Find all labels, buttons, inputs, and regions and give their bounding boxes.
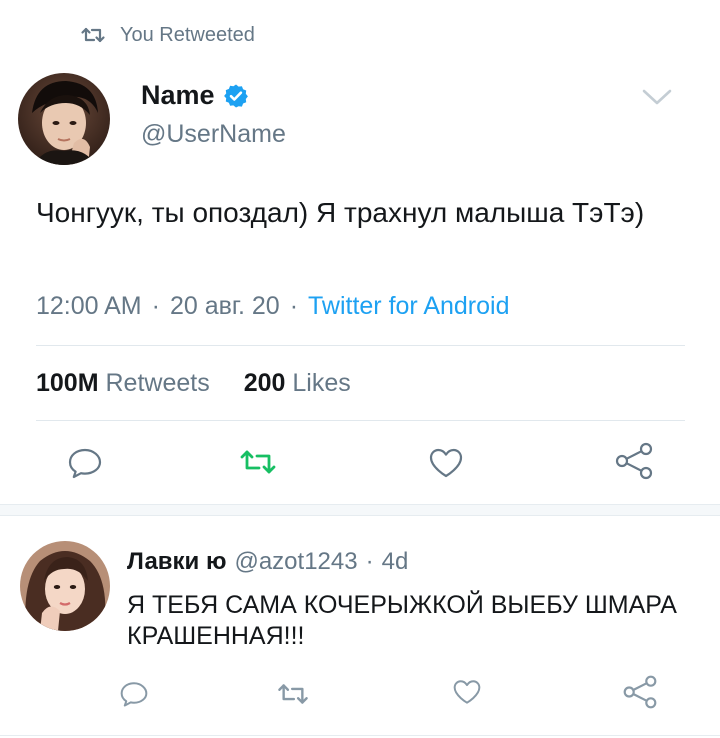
divider	[0, 735, 720, 736]
author-name-row: Name	[141, 80, 249, 111]
retweets-count: 100M	[36, 369, 99, 397]
heart-icon[interactable]	[427, 446, 465, 480]
retweet-banner-text: You Retweeted	[120, 23, 255, 46]
verified-badge-icon	[223, 84, 248, 107]
heart-icon[interactable]	[451, 678, 483, 706]
tweet-client-link[interactable]: Twitter for Android	[308, 292, 509, 320]
likes-label: Likes	[292, 369, 351, 397]
likes-stat[interactable]: 200 Likes	[244, 369, 351, 397]
author-avatar[interactable]	[18, 73, 110, 165]
meta-separator: ·	[151, 292, 160, 320]
retweet-banner: You Retweeted	[80, 22, 255, 48]
author-username[interactable]: @UserName	[141, 120, 286, 149]
share-icon[interactable]	[614, 441, 654, 481]
tweet-text: Чонгуук, ты опоздал) Я трахнул малыша Тэ…	[36, 197, 645, 228]
retweet-icon	[81, 27, 105, 43]
reply-text: Я ТЕБЯ САМА КОЧЕРЫЖКОЙ ВЫЕБУ ШМАРА КРАШЕ…	[127, 591, 677, 650]
reply-separator: ·	[365, 548, 374, 575]
retweet-button-icon[interactable]	[238, 446, 278, 478]
section-divider	[0, 504, 720, 516]
reply-author-username[interactable]: @azot1243	[234, 548, 357, 575]
reply-author-name[interactable]: Лавки ю	[127, 548, 226, 575]
reply-icon[interactable]	[118, 680, 150, 708]
reply-age: 4d	[381, 548, 409, 575]
author-name[interactable]: Name	[141, 80, 215, 111]
divider	[36, 345, 685, 346]
divider	[36, 420, 685, 421]
reply-header: Лавки ю @azot1243 · 4d	[127, 548, 408, 576]
reply-author-avatar[interactable]	[20, 541, 110, 631]
tweet-time: 12:00 AM	[36, 292, 142, 320]
tweet-date: 20 авг. 20	[169, 292, 280, 320]
reply-icon[interactable]	[66, 446, 104, 480]
meta-separator: ·	[289, 292, 299, 320]
tweet-meta: 12:00 AM · 20 авг. 20 · Twitter for Android	[36, 292, 510, 321]
likes-count: 200	[243, 369, 286, 397]
retweets-label: Retweets	[105, 369, 210, 397]
retweet-button-icon[interactable]	[276, 680, 310, 708]
tweet-stats: 100M Retweets 200 Likes	[36, 369, 351, 398]
chevron-down-icon[interactable]	[640, 86, 674, 108]
retweets-stat[interactable]: 100M Retweets	[36, 369, 210, 397]
share-icon[interactable]	[622, 674, 658, 710]
